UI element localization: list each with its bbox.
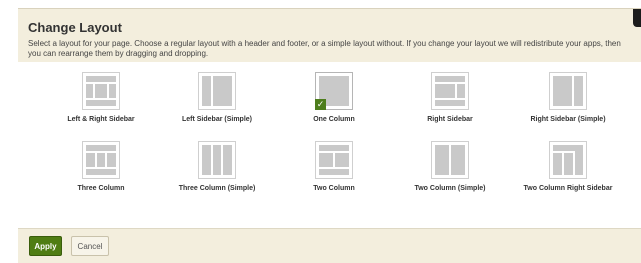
layout-label: One Column: [313, 116, 355, 123]
left-edge: [0, 0, 19, 262]
layout-option-two-column[interactable]: Two Column: [274, 141, 394, 192]
layout-two-column-thumbnail-icon: [315, 141, 353, 179]
dialog-title: Change Layout: [28, 20, 122, 35]
layout-option-two-column-right-sidebar[interactable]: Two Column Right Sidebar: [508, 141, 628, 192]
layout-two-column-simple-thumbnail-icon: [431, 141, 469, 179]
change-layout-dialog: Change Layout Select a layout for your p…: [0, 0, 641, 263]
layout-left-right-sidebar-thumbnail-icon: [82, 72, 120, 110]
layout-three-column-simple-thumbnail-icon: [198, 141, 236, 179]
layout-option-three-column-simple[interactable]: Three Column (Simple): [157, 141, 277, 192]
layout-right-sidebar-thumbnail-icon: [431, 72, 469, 110]
dialog-footer: Apply Cancel: [18, 228, 641, 263]
dialog-header: Change Layout Select a layout for your p…: [18, 8, 641, 63]
apply-button[interactable]: Apply: [29, 236, 62, 256]
layout-option-left-right-sidebar[interactable]: Left & Right Sidebar: [41, 72, 161, 123]
layout-label: Two Column (Simple): [414, 185, 486, 192]
layout-option-right-sidebar[interactable]: Right Sidebar: [390, 72, 510, 123]
layout-right-sidebar-simple-thumbnail-icon: [549, 72, 587, 110]
layout-option-right-sidebar-simple[interactable]: Right Sidebar (Simple): [508, 72, 628, 123]
layout-option-three-column[interactable]: Three Column: [41, 141, 161, 192]
layout-option-two-column-simple[interactable]: Two Column (Simple): [390, 141, 510, 192]
close-corner-icon[interactable]: [633, 9, 641, 27]
top-strip: [18, 0, 641, 8]
dialog-description: Select a layout for your page. Choose a …: [28, 39, 621, 58]
layout-label: Three Column (Simple): [178, 185, 256, 192]
layout-label: Right Sidebar: [427, 116, 473, 123]
layout-grid: Left & Right Sidebar Left Sidebar (Simpl…: [18, 62, 641, 228]
layout-label: Right Sidebar (Simple): [530, 116, 606, 123]
cancel-button[interactable]: Cancel: [71, 236, 109, 256]
layout-label: Two Column Right Sidebar: [523, 185, 613, 192]
layout-label: Two Column: [313, 185, 355, 192]
layout-one-column-thumbnail-icon: ✓: [315, 72, 353, 110]
layout-label: Left Sidebar (Simple): [181, 116, 252, 123]
layout-option-left-sidebar-simple[interactable]: Left Sidebar (Simple): [157, 72, 277, 123]
selected-check-icon: ✓: [315, 99, 326, 110]
layout-two-column-right-sidebar-thumbnail-icon: [549, 141, 587, 179]
layout-label: Three Column: [77, 185, 125, 192]
layout-option-one-column[interactable]: ✓ One Column: [274, 72, 394, 123]
layout-three-column-thumbnail-icon: [82, 141, 120, 179]
layout-left-sidebar-simple-thumbnail-icon: [198, 72, 236, 110]
layout-label: Left & Right Sidebar: [67, 116, 135, 123]
